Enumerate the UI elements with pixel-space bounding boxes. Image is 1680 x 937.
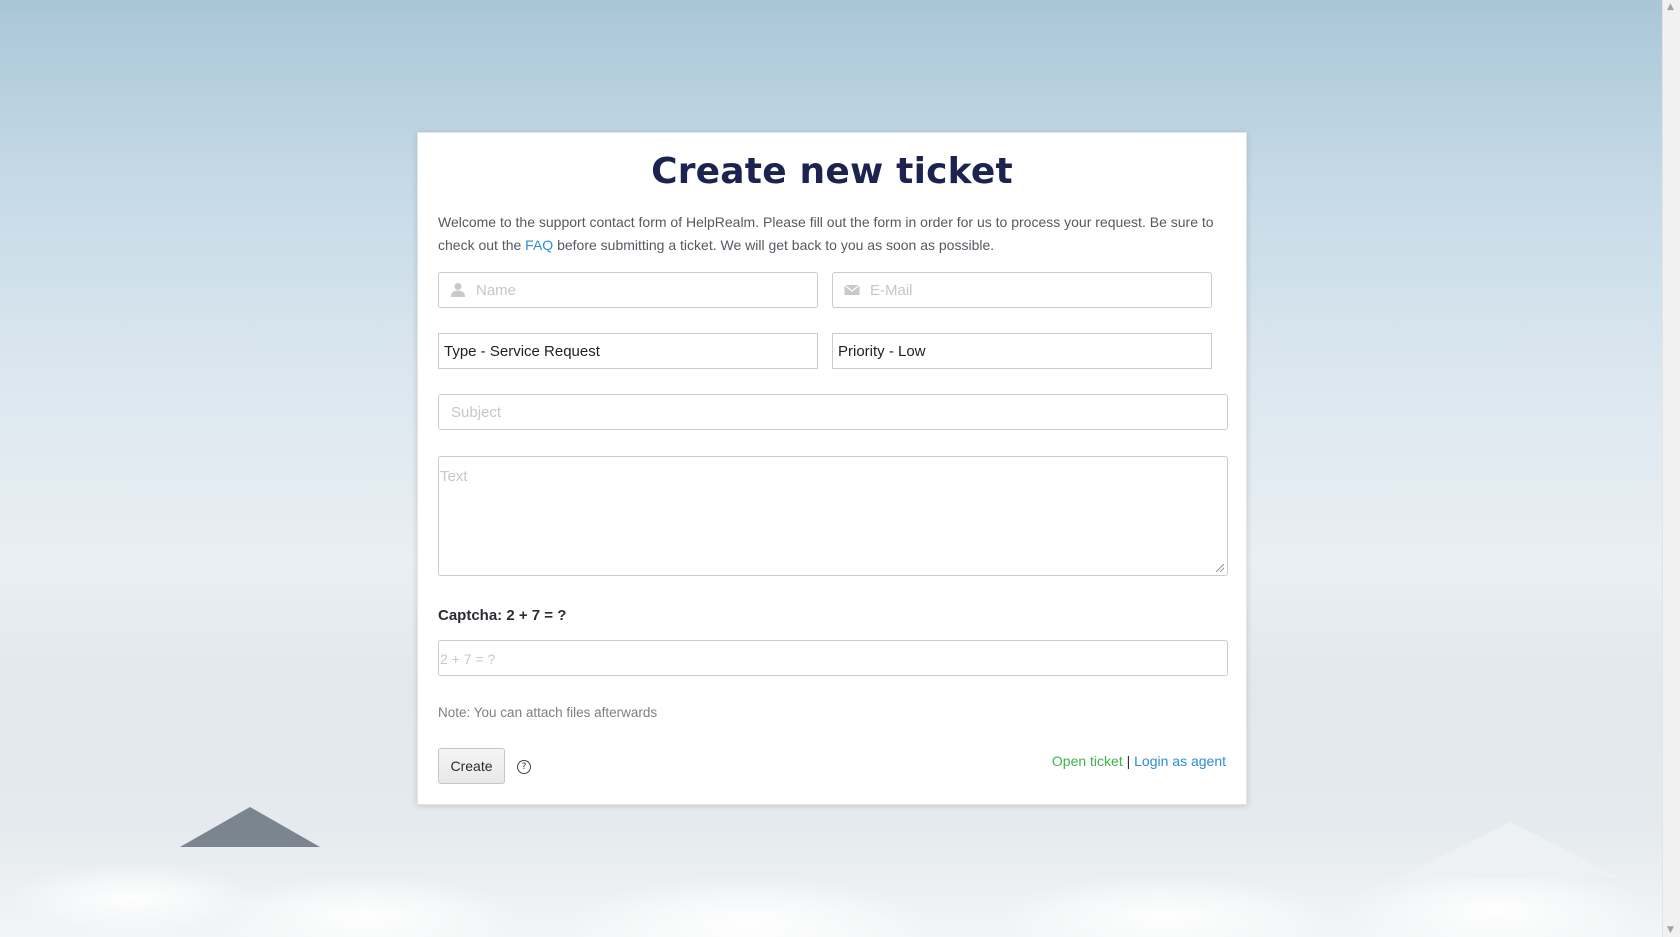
- name-input[interactable]: Name: [438, 272, 818, 308]
- user-icon: [451, 283, 465, 297]
- priority-select[interactable]: Priority - Low: [832, 333, 1212, 369]
- faq-link[interactable]: FAQ: [525, 237, 553, 253]
- attach-note: Note: You can attach files afterwards: [438, 705, 658, 720]
- scroll-up-icon[interactable]: ▲: [1667, 2, 1674, 12]
- ticket-form-card: Create new ticket Welcome to the support…: [417, 132, 1247, 805]
- open-ticket-link[interactable]: Open ticket: [1052, 753, 1123, 769]
- page-title: Create new ticket: [651, 151, 1013, 192]
- subject-input[interactable]: Subject: [438, 394, 1228, 430]
- type-select-value: Type - Service Request: [444, 343, 600, 360]
- intro-text: Welcome to the support contact form of H…: [438, 211, 1226, 257]
- name-placeholder: Name: [476, 282, 517, 299]
- create-button[interactable]: Create: [438, 748, 505, 784]
- vertical-scrollbar[interactable]: ▲ ▼: [1662, 0, 1680, 937]
- text-textarea[interactable]: Text: [438, 456, 1228, 576]
- email-placeholder: E-Mail: [870, 282, 913, 299]
- login-agent-link[interactable]: Login as agent: [1134, 753, 1226, 769]
- text-placeholder: Text: [440, 468, 468, 485]
- envelope-icon: [844, 284, 860, 295]
- link-separator: |: [1126, 753, 1131, 769]
- scroll-down-icon[interactable]: ▼: [1667, 925, 1674, 935]
- footer-links: Open ticket | Login as agent: [1052, 753, 1226, 769]
- captcha-placeholder: 2 + 7 = ?: [440, 651, 496, 667]
- captcha-input[interactable]: 2 + 7 = ?: [438, 640, 1228, 676]
- background-mountain: [180, 807, 320, 847]
- question-circle-icon[interactable]: ?: [517, 760, 531, 774]
- background-mountain: [1400, 822, 1620, 877]
- type-select[interactable]: Type - Service Request: [438, 333, 818, 369]
- resize-grip-icon[interactable]: [1216, 564, 1224, 572]
- captcha-label: Captcha: 2 + 7 = ?: [438, 607, 567, 624]
- intro-text-part2: before submitting a ticket. We will get …: [553, 237, 995, 253]
- subject-placeholder: Subject: [451, 404, 502, 421]
- priority-select-value: Priority - Low: [838, 343, 926, 360]
- email-input[interactable]: E-Mail: [832, 272, 1212, 308]
